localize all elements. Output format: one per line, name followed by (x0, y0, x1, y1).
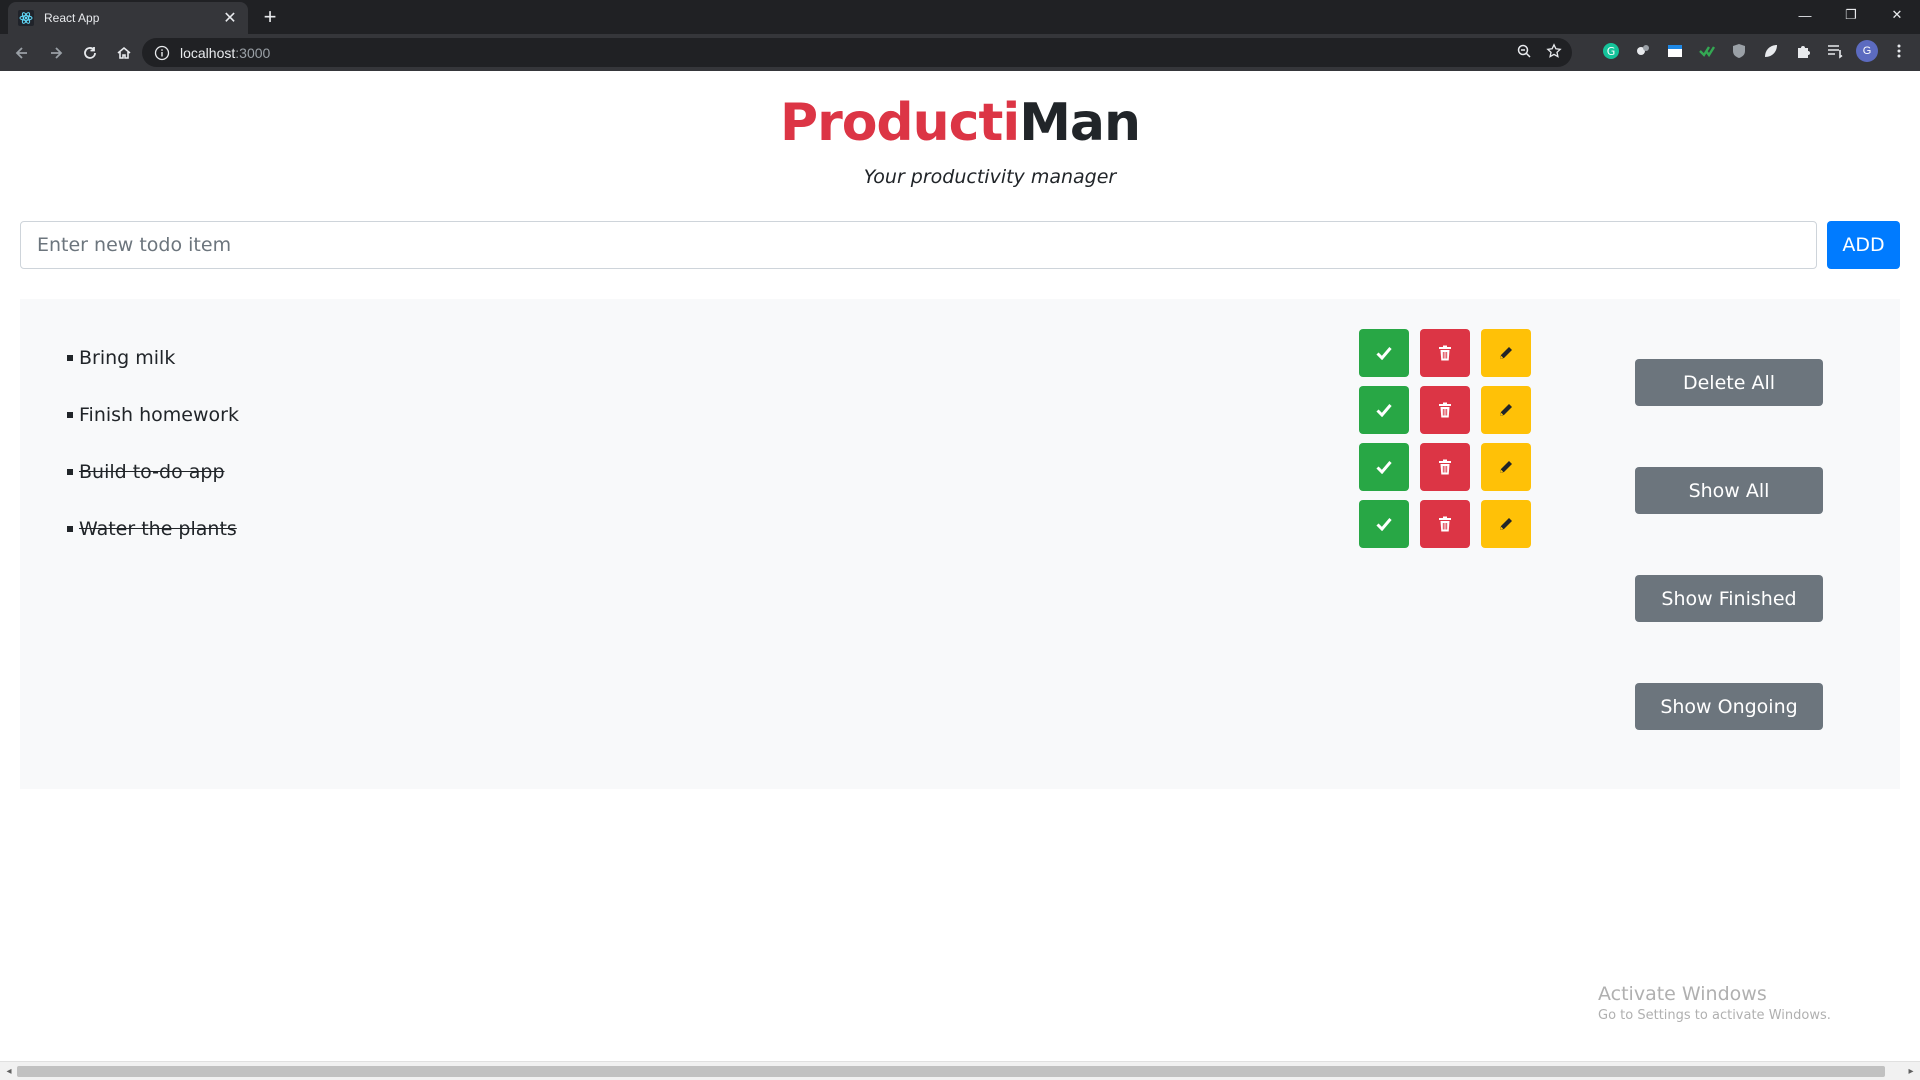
bullet-icon (67, 525, 73, 532)
check-icon (1376, 518, 1392, 531)
extensions-tray: G G (1600, 40, 1910, 62)
check-icon (1376, 347, 1392, 360)
pencil-icon (1500, 461, 1512, 473)
app-title-part2: Man (1019, 93, 1141, 153)
filter-actions: Delete All Show All Show Finished Show O… (1635, 359, 1823, 791)
tab-close-icon[interactable]: ✕ (222, 8, 238, 28)
check-icon (1376, 404, 1392, 417)
edit-todo-button[interactable] (1481, 329, 1531, 377)
activate-windows-watermark: Activate Windows Go to Settings to activ… (1598, 983, 1831, 1023)
todo-action-row (1359, 443, 1531, 500)
url-port: :3000 (235, 44, 271, 61)
reading-list-icon[interactable] (1824, 40, 1846, 62)
edit-todo-button[interactable] (1481, 386, 1531, 434)
home-icon[interactable] (108, 37, 140, 69)
todo-text-completed: Water the plants (79, 517, 237, 540)
pencil-icon (1500, 347, 1512, 359)
browser-toolbar: localhost:3000 G G (0, 34, 1920, 71)
delete-all-button[interactable]: Delete All (1635, 359, 1823, 406)
todo-action-row (1359, 329, 1531, 386)
todo-item: Water the plants (67, 500, 239, 557)
minimize-icon[interactable]: — (1782, 0, 1828, 30)
browser-menu-icon[interactable] (1888, 40, 1910, 62)
delete-todo-button[interactable] (1420, 500, 1470, 548)
bullet-icon (67, 411, 73, 418)
show-ongoing-button[interactable]: Show Ongoing (1635, 683, 1823, 730)
trash-icon (1439, 345, 1451, 361)
app-tagline: Your productivity manager (863, 166, 1117, 188)
app-title-part1: Producti (779, 93, 1020, 153)
todo-list: Bring milk Finish homework Build to-do a… (67, 329, 239, 557)
extension-puzzle-dark-icon[interactable] (1632, 40, 1654, 62)
bullet-icon (67, 468, 73, 475)
todo-item: Finish homework (67, 386, 239, 443)
todo-item: Build to-do app (67, 443, 239, 500)
pencil-icon (1500, 404, 1512, 416)
complete-todo-button[interactable] (1359, 443, 1409, 491)
check-icon (1376, 461, 1392, 474)
reload-icon[interactable] (74, 37, 106, 69)
url-host: localhost (180, 44, 236, 61)
new-tab-icon[interactable]: + (258, 6, 282, 30)
back-icon[interactable] (6, 37, 38, 69)
delete-todo-button[interactable] (1420, 386, 1470, 434)
todo-actions (1359, 329, 1531, 557)
todo-action-row (1359, 386, 1531, 443)
todo-panel: Bring milk Finish homework Build to-do a… (20, 299, 1900, 789)
scroll-left-icon[interactable]: ◂ (2, 1065, 16, 1079)
show-all-button[interactable]: Show All (1635, 467, 1823, 514)
scrollbar-thumb[interactable] (17, 1066, 1885, 1077)
extension-leaf-icon[interactable] (1760, 40, 1782, 62)
todo-text: Finish homework (79, 403, 239, 426)
extension-window-icon[interactable] (1664, 40, 1686, 62)
profile-avatar[interactable]: G (1856, 40, 1878, 62)
edit-todo-button[interactable] (1481, 443, 1531, 491)
site-info-icon[interactable] (154, 45, 170, 61)
trash-icon (1439, 516, 1451, 532)
extension-green-icon[interactable] (1696, 40, 1718, 62)
browser-tab[interactable]: React App ✕ (8, 2, 248, 34)
complete-todo-button[interactable] (1359, 386, 1409, 434)
show-finished-button[interactable]: Show Finished (1635, 575, 1823, 622)
app-title: ProductiMan (0, 93, 1920, 153)
activate-windows-title: Activate Windows (1598, 983, 1767, 1005)
bookmark-star-icon[interactable] (1546, 43, 1562, 64)
react-favicon-icon (18, 10, 34, 26)
extensions-puzzle-icon[interactable] (1792, 40, 1814, 62)
todo-text-completed: Build to-do app (79, 460, 225, 483)
complete-todo-button[interactable] (1359, 500, 1409, 548)
extension-shield-icon[interactable] (1728, 40, 1750, 62)
delete-todo-button[interactable] (1420, 329, 1470, 377)
trash-icon (1439, 459, 1451, 475)
restore-icon[interactable]: ❐ (1828, 0, 1874, 30)
window-controls: — ❐ ✕ (1782, 0, 1920, 30)
zoom-icon[interactable] (1516, 43, 1532, 64)
svg-text:G: G (1607, 45, 1616, 58)
close-window-icon[interactable]: ✕ (1874, 0, 1920, 30)
todo-item: Bring milk (67, 329, 239, 386)
bullet-icon (67, 354, 73, 361)
complete-todo-button[interactable] (1359, 329, 1409, 377)
grammarly-extension-icon[interactable]: G (1600, 40, 1622, 62)
tab-title: React App (44, 11, 100, 25)
activate-windows-subtitle: Go to Settings to activate Windows. (1598, 1008, 1831, 1023)
forward-icon[interactable] (40, 37, 72, 69)
web-page: ProductiMan Your productivity manager AD… (0, 71, 1920, 1061)
add-todo-button[interactable]: ADD (1827, 221, 1900, 269)
todo-text: Bring milk (79, 346, 176, 369)
address-bar[interactable]: localhost:3000 (142, 38, 1572, 67)
trash-icon (1439, 402, 1451, 418)
new-todo-input[interactable] (20, 221, 1817, 269)
delete-todo-button[interactable] (1420, 443, 1470, 491)
edit-todo-button[interactable] (1481, 500, 1531, 548)
todo-action-row (1359, 500, 1531, 557)
pencil-icon (1500, 518, 1512, 530)
browser-tab-strip: React App ✕ + — ❐ ✕ (0, 0, 1920, 34)
scroll-right-icon[interactable]: ▸ (1904, 1065, 1918, 1079)
horizontal-scrollbar[interactable]: ◂ ▸ (0, 1061, 1920, 1080)
